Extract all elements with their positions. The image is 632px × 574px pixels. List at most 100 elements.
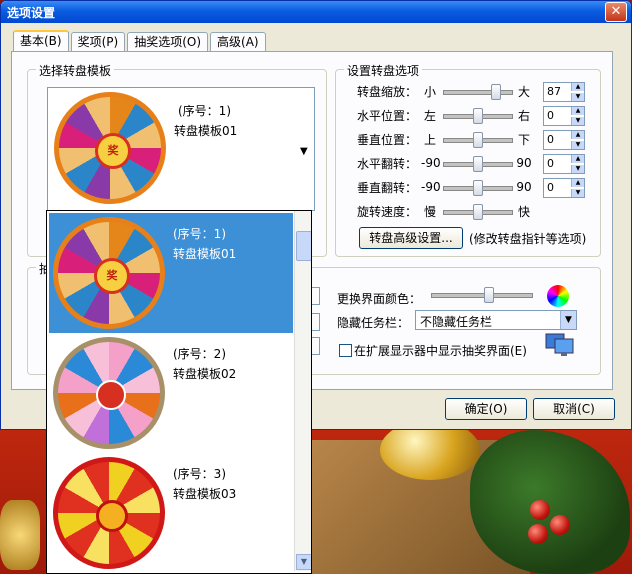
dropdown-arrow-icon[interactable]: ▼ [560,311,576,329]
wheel-thumbnail-03 [53,457,165,569]
vflip-max: 90 [516,180,532,194]
spin-down-icon[interactable]: ▼ [571,141,584,149]
spin-up-icon[interactable]: ▲ [571,107,584,115]
zoom-row: 转盘缩放： 小 大 [357,81,533,101]
speed-slider[interactable] [443,201,513,221]
hpos-row: 水平位置： 左 右 [357,105,533,125]
holly-berry [528,524,548,544]
speed-row: 旋转速度： 慢 快 [357,201,533,221]
spin-up-icon[interactable]: ▲ [571,179,584,187]
vflip-spinbox[interactable]: 0 ▲ ▼ [543,178,585,198]
tab-advanced[interactable]: 高级(A) [210,32,266,51]
spin-down-icon[interactable]: ▼ [571,189,584,197]
option-number: (序号：1) [173,227,226,241]
hpos-spinbox[interactable]: 0 ▲ ▼ [543,106,585,126]
hflip-slider[interactable] [443,153,513,173]
vflip-row: 垂直翻转： -90 90 [357,177,533,197]
vpos-max: 下 [517,132,530,147]
color-wheel-icon[interactable] [547,285,569,307]
template-combobox[interactable]: 奖 (序号：1) 转盘模板01 ▼ [47,87,315,211]
advanced-wheel-settings-button[interactable]: 转盘高级设置... [359,227,463,249]
option-name: 转盘模板03 [173,487,237,501]
spin-down-icon[interactable]: ▼ [571,165,584,173]
spin-up-icon[interactable]: ▲ [571,83,584,91]
tab-prizes[interactable]: 奖项(P) [70,32,126,51]
selected-template-number: (序号：1) [178,104,231,118]
taskbar-value: 不隐藏任务栏 [420,315,493,329]
vpos-value: 0 [547,133,554,146]
wheel-thumbnail-02 [53,337,165,449]
hflip-spinbox[interactable]: 0 ▲ ▼ [543,154,585,174]
option-number: (序号：3) [173,467,226,481]
zoom-value: 87 [547,85,561,98]
speed-max: 快 [517,204,530,219]
ext-display-checkbox[interactable] [339,344,352,357]
zoom-slider[interactable] [443,81,513,101]
ok-button[interactable]: 确定(O) [445,398,527,420]
hpos-slider[interactable] [443,105,513,125]
vflip-slider[interactable] [443,177,513,197]
advanced-settings-note: (修改转盘指针等选项) [469,232,587,246]
title-bar[interactable]: 选项设置 ✕ [1,1,631,23]
option-name: 转盘模板01 [173,247,237,261]
template-dropdown-list[interactable]: 奖 (序号：1) 转盘模板01 (序号：2) 转盘模板02 (序号：3) 转盘模… [46,210,312,574]
hflip-value: 0 [547,157,554,170]
template-option-02[interactable]: (序号：2) 转盘模板02 [49,333,293,453]
cancel-button[interactable]: 取消(C) [533,398,615,420]
vflip-label: 垂直翻转： [357,180,418,195]
template-group-legend: 选择转盘模板 [36,62,115,79]
tab-draw-options[interactable]: 抽奖选项(O) [127,32,209,51]
template-option-01[interactable]: 奖 (序号：1) 转盘模板01 [49,213,293,333]
taskbar-label: 隐藏任务栏： [337,316,410,330]
zoom-max: 大 [517,84,530,99]
wheel-thumbnail-01: 奖 [54,92,166,204]
close-icon[interactable]: ✕ [605,2,627,22]
speed-min: 慢 [423,204,436,219]
window-title: 选项设置 [7,5,56,20]
zoom-min: 小 [423,84,436,99]
spin-down-icon[interactable]: ▼ [571,117,584,125]
hpos-max: 右 [517,108,530,123]
dropdown-scrollbar[interactable]: ▼ [294,211,311,571]
wheel-center: 奖 [94,258,130,294]
tab-basic[interactable]: 基本(B) [13,30,69,52]
hpos-label: 水平位置： [357,108,418,123]
monitor-icon [545,333,574,356]
vflip-value: 0 [547,181,554,194]
vpos-spinbox[interactable]: 0 ▲ ▼ [543,130,585,150]
hflip-min: -90 [421,156,441,170]
ext-display-label: 在扩展显示器中显示抽奖界面(E) [354,344,527,358]
ui-color-slider[interactable] [431,284,533,304]
holly-berry [530,500,550,520]
zoom-spinbox[interactable]: 87 ▲ ▼ [543,82,585,102]
vflip-min: -90 [421,180,441,194]
holly-berry [550,515,570,535]
wheel-center [96,380,126,410]
template-option-03[interactable]: (序号：3) 转盘模板03 [49,453,293,573]
selected-template-name: 转盘模板01 [174,124,238,138]
hflip-row: 水平翻转： -90 90 [357,153,533,173]
speed-label: 旋转速度： [357,204,418,219]
wheel-thumbnail-01: 奖 [53,217,165,329]
spin-down-icon[interactable]: ▼ [571,93,584,101]
spin-up-icon[interactable]: ▲ [571,155,584,163]
option-number: (序号：2) [173,347,226,361]
dropdown-arrow-icon[interactable]: ▼ [300,146,308,157]
hpos-value: 0 [547,109,554,122]
option-name: 转盘模板02 [173,367,237,381]
taskbar-combobox[interactable]: 不隐藏任务栏 ▼ [415,310,577,330]
scroll-down-icon[interactable]: ▼ [296,554,311,570]
vpos-label: 垂直位置： [357,132,418,147]
wheel-options-legend: 设置转盘选项 [344,62,423,79]
spin-up-icon[interactable]: ▲ [571,131,584,139]
vpos-min: 上 [423,132,436,147]
ui-color-label: 更换界面颜色： [337,292,422,306]
gold-ornament [0,500,40,570]
scroll-thumb[interactable] [296,231,311,261]
vpos-slider[interactable] [443,129,513,149]
wheel-center: 奖 [95,133,131,169]
hflip-max: 90 [516,156,532,170]
tab-strip: 基本(B) 奖项(P) 抽奖选项(O) 高级(A) [13,30,268,52]
hpos-min: 左 [423,108,436,123]
wheel-center [96,500,128,532]
